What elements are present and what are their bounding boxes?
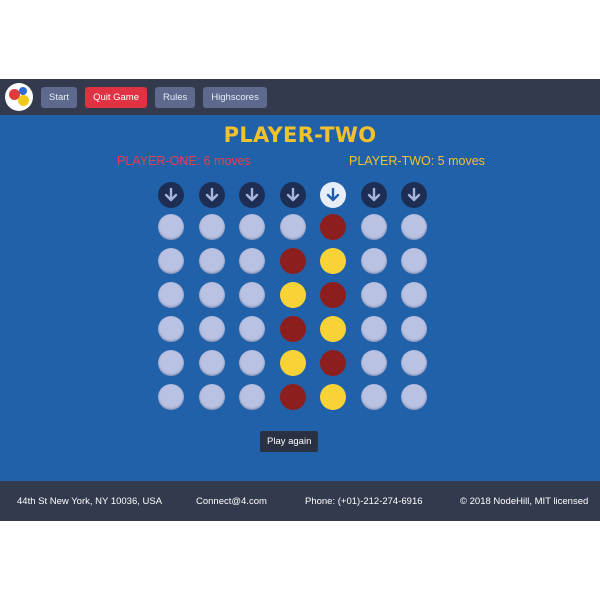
board-cell-r4-c5-yellow-disc[interactable] [320, 316, 346, 342]
board-cell-r6-c1-empty[interactable] [158, 384, 184, 410]
board-cell-r3-c4-yellow-disc[interactable] [279, 282, 306, 308]
board-cell-r5-c2-empty[interactable] [198, 350, 225, 376]
quit-game-button[interactable]: Quit Game [85, 86, 147, 108]
board-cell-r2-c6-empty[interactable] [360, 248, 387, 274]
board-cell-r1-c4-empty[interactable] [279, 214, 306, 240]
drop-column-7-arrow-icon[interactable] [401, 182, 427, 208]
board-cell-r3-c6-empty[interactable] [360, 282, 387, 308]
start-button[interactable]: Start [41, 86, 78, 108]
drop-column-4-arrow-icon[interactable] [279, 182, 306, 208]
board-cell-r5-c7-empty[interactable] [401, 350, 427, 376]
play-again-button[interactable]: Play again [260, 431, 319, 452]
footer-phone: Phone: (+01)-212-274-6916 [305, 496, 423, 507]
board-cell-r1-c1-empty[interactable] [158, 214, 184, 240]
board-cell-r4-c4-red-disc[interactable] [279, 316, 306, 342]
board-cell-r6-c4-red-disc[interactable] [279, 384, 306, 410]
footer: 44th St New York, NY 10036, USA Connect@… [0, 481, 600, 521]
board-cell-r3-c7-empty[interactable] [401, 282, 427, 308]
footer-copyright: © 2018 NodeHill, MIT licensed [460, 496, 589, 507]
drop-column-1-arrow-icon[interactable] [158, 182, 184, 208]
game-board [0, 115, 600, 481]
board-cell-r5-c3-empty[interactable] [239, 350, 265, 376]
highscores-button[interactable]: Highscores [203, 86, 267, 108]
board-cell-r5-c4-yellow-disc[interactable] [279, 350, 306, 376]
board-cell-r6-c2-empty[interactable] [198, 384, 225, 410]
board-cell-r1-c5-red-disc[interactable] [320, 214, 346, 240]
board-cell-r6-c6-empty[interactable] [360, 384, 387, 410]
board-cell-r5-c1-empty[interactable] [158, 350, 184, 376]
board-cell-r3-c5-red-disc[interactable] [320, 282, 346, 308]
board-cell-r4-c2-empty[interactable] [198, 316, 225, 342]
board-cell-r1-c7-empty[interactable] [401, 214, 427, 240]
board-cell-r6-c5-yellow-disc[interactable] [320, 384, 346, 410]
footer-email[interactable]: Connect@4.com [196, 496, 267, 507]
board-cell-r4-c1-empty[interactable] [158, 316, 184, 342]
board-cell-r2-c3-empty[interactable] [239, 248, 265, 274]
connect-four-logo-icon[interactable] [5, 83, 33, 111]
board-cell-r6-c3-empty[interactable] [239, 384, 265, 410]
rules-button[interactable]: Rules [155, 86, 196, 108]
board-cell-r3-c2-empty[interactable] [198, 282, 225, 308]
footer-address: 44th St New York, NY 10036, USA [17, 496, 163, 507]
board-cell-r5-c5-red-disc[interactable] [320, 350, 346, 376]
game-area: PLAYER-TWO PLAYER-ONE: 6 moves PLAYER-TW… [0, 115, 600, 481]
drop-column-3-arrow-icon[interactable] [239, 182, 265, 208]
navbar: Start Quit Game Rules Highscores [0, 79, 600, 115]
board-cell-r4-c6-empty[interactable] [360, 316, 387, 342]
board-cell-r3-c3-empty[interactable] [239, 282, 265, 308]
board-cell-r2-c1-empty[interactable] [158, 248, 184, 274]
board-cell-r3-c1-empty[interactable] [158, 282, 184, 308]
drop-column-5-arrow-icon[interactable] [320, 182, 346, 208]
board-cell-r1-c2-empty[interactable] [198, 214, 225, 240]
drop-column-6-arrow-icon[interactable] [360, 182, 387, 208]
board-cell-r1-c3-empty[interactable] [239, 214, 265, 240]
board-cell-r2-c7-empty[interactable] [401, 248, 427, 274]
board-cell-r2-c5-yellow-disc[interactable] [320, 248, 346, 274]
board-cell-r4-c7-empty[interactable] [401, 316, 427, 342]
drop-column-2-arrow-icon[interactable] [198, 182, 225, 208]
board-cell-r4-c3-empty[interactable] [239, 316, 265, 342]
board-cell-r5-c6-empty[interactable] [360, 350, 387, 376]
board-cell-r2-c2-empty[interactable] [198, 248, 225, 274]
board-cell-r6-c7-empty[interactable] [401, 384, 427, 410]
board-cell-r1-c6-empty[interactable] [360, 214, 387, 240]
board-cell-r2-c4-red-disc[interactable] [279, 248, 306, 274]
